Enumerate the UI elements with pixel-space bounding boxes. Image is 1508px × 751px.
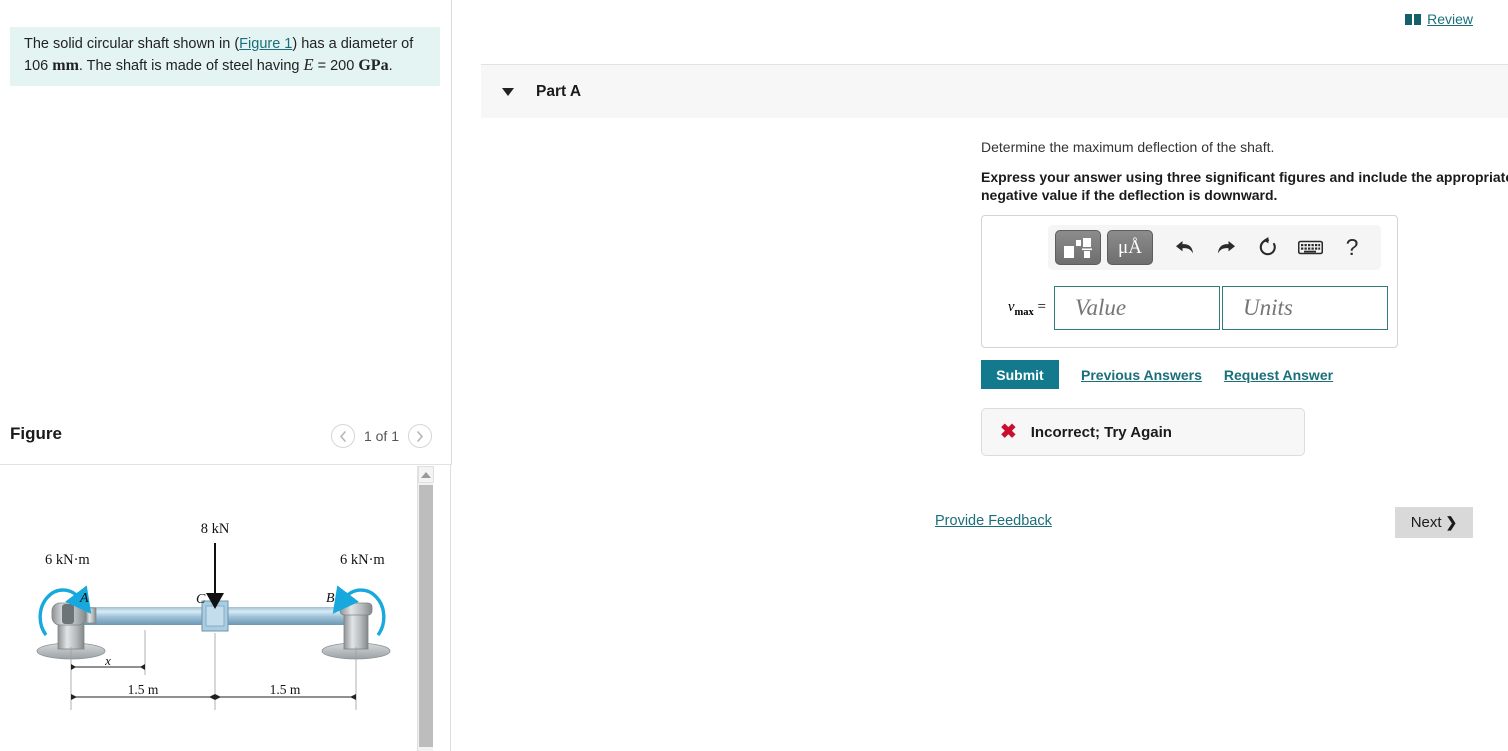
diagram-point-a: A [79,591,89,606]
keyboard-icon [1297,240,1323,255]
symbol-E: E [303,55,314,75]
question-text: Determine the maximum deflection of the … [981,139,1275,155]
answer-row: vmax = [996,286,1388,330]
units-button-label: μÅ [1118,236,1142,258]
undo-button[interactable] [1163,229,1205,267]
figure-1-link[interactable]: Figure 1 [239,36,292,52]
shaft-beam-diagram: 8 kN C 6 kN·m A 6 kN·m B x 1.5 m 1.5 m [36,521,391,710]
chevron-left-icon [340,430,346,442]
feedback-message: Incorrect; Try Again [1030,423,1172,441]
figure-title: Figure [10,424,62,443]
template-button[interactable] [1055,230,1101,265]
math-toolbar: μÅ ? [1048,225,1381,270]
part-a-header[interactable]: Part A [481,64,1508,118]
units-input[interactable] [1222,286,1388,330]
figure-viewport: 8 kN C 6 kN·m A 6 kN·m B x 1.5 m 1.5 m [0,465,452,751]
diagram-point-b: B [326,591,335,606]
figure-next-button[interactable] [408,424,432,448]
instruction-text: Express your answer using three signific… [981,169,1508,204]
diagram-dim-left: 1.5 m [128,682,159,697]
value-input[interactable] [1054,286,1220,330]
problem-text-4: = 200 [313,58,359,75]
provide-feedback-link[interactable]: Provide Feedback [935,513,1052,529]
answer-variable-symbol: v [1007,298,1015,315]
figure-pager-label: 1 of 1 [363,428,399,444]
feedback-banner: ✖ Incorrect; Try Again [981,408,1305,456]
diagram-point-c: C [196,592,206,607]
previous-answers-link[interactable]: Previous Answers [1081,367,1202,383]
scroll-up-arrow-icon[interactable] [418,466,434,483]
diagram-moment-right: 6 kN·m [340,552,385,568]
submit-row: Submit Previous Answers Request Answer [981,360,1333,389]
problem-text-3: . The shaft is made of steel having [78,58,304,75]
book-icon [1405,13,1422,25]
redo-button[interactable] [1205,229,1247,267]
answer-variable-equals: = [1033,298,1046,315]
units-button[interactable]: μÅ [1107,230,1153,265]
redo-icon [1217,241,1235,254]
next-button[interactable]: Next ❯ [1395,507,1473,538]
right-panel: Review Part A Determine the maximum defl… [453,0,1508,751]
x-mark-icon: ✖ [1000,421,1017,443]
part-a-title: Part A [536,82,582,100]
submit-button[interactable]: Submit [981,360,1059,389]
unit-mm: mm [52,57,79,75]
figure-prev-button[interactable] [330,424,355,448]
review-link[interactable]: Review [1405,11,1473,27]
figure-header: Figure 1 of 1 [0,424,452,464]
unit-gpa: GPa [358,57,389,75]
problem-text-1: The solid circular shaft shown in ( [24,36,240,52]
help-icon: ? [1345,234,1359,260]
diagram-load-label: 8 kN [201,521,230,537]
answer-box: μÅ ? vmax = Value Units [981,215,1398,348]
chevron-right-icon: ❯ [1445,514,1458,530]
diagram-dim-x: x [104,653,111,668]
reset-button[interactable] [1247,229,1289,267]
review-label: Review [1427,11,1473,27]
reset-icon [1259,237,1276,256]
caret-down-icon[interactable] [502,87,514,96]
figure-right-edge [450,465,451,751]
answer-variable-label: vmax = [996,299,1054,318]
chevron-right-icon [417,430,423,442]
help-button[interactable]: ? [1331,229,1373,267]
page-root: The solid circular shaft shown in (Figur… [0,0,1508,751]
next-button-label: Next [1410,514,1442,531]
scrollbar-thumb[interactable] [419,485,433,747]
problem-statement: The solid circular shaft shown in (Figur… [10,27,440,87]
diagram-moment-left: 6 kN·m [45,552,90,568]
request-answer-link[interactable]: Request Answer [1224,367,1333,383]
answer-variable-subscript: max [1014,306,1034,318]
undo-icon [1175,241,1193,254]
figure-pager: 1 of 1 [330,424,432,448]
left-panel: The solid circular shaft shown in (Figur… [0,0,452,751]
problem-text-5: . [388,58,393,75]
template-icon [1064,237,1092,258]
diagram-dim-right: 1.5 m [270,682,301,697]
figure-scrollbar[interactable] [417,466,434,751]
keyboard-button[interactable] [1289,229,1331,267]
